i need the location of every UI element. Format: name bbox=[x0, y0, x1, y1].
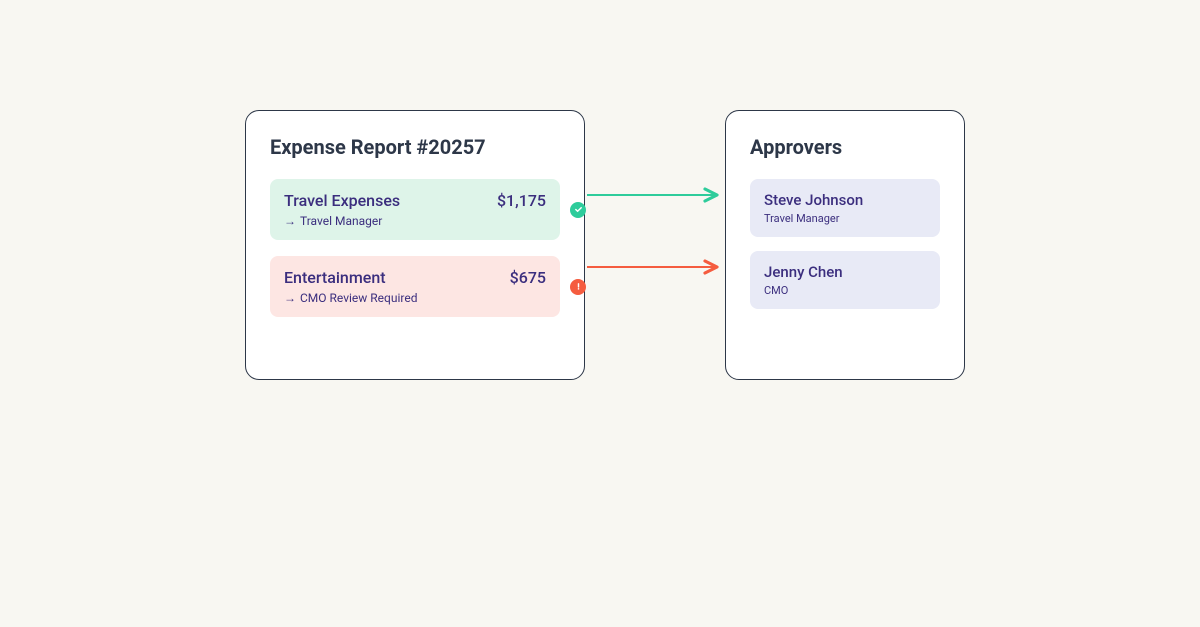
expense-item-entertainment: Entertainment $675 → CMO Review Required bbox=[270, 256, 560, 317]
expense-amount: $1,175 bbox=[497, 191, 546, 210]
approver-name: Jenny Chen bbox=[764, 263, 926, 281]
approvers-title: Approvers bbox=[750, 135, 940, 159]
expense-subtext: → CMO Review Required bbox=[284, 291, 546, 305]
arrow-right-icon: → bbox=[284, 291, 296, 305]
check-circle-icon bbox=[570, 202, 586, 218]
expense-item-travel: Travel Expenses $1,175 → Travel Manager bbox=[270, 179, 560, 240]
approver-role: CMO bbox=[764, 284, 926, 297]
expense-report-card: Expense Report #20257 Travel Expenses $1… bbox=[245, 110, 585, 380]
expense-name: Entertainment bbox=[284, 268, 386, 287]
approver-name: Steve Johnson bbox=[764, 191, 926, 209]
connector-arrow-green bbox=[585, 175, 725, 215]
approvers-card: Approvers Steve Johnson Travel Manager J… bbox=[725, 110, 965, 380]
connector-arrow-red bbox=[585, 247, 725, 287]
approver-role: Travel Manager bbox=[764, 212, 926, 225]
approver-item: Jenny Chen CMO bbox=[750, 251, 940, 309]
arrow-right-icon: → bbox=[284, 214, 296, 228]
expense-subtext: → Travel Manager bbox=[284, 214, 546, 228]
expense-report-title: Expense Report #20257 bbox=[270, 135, 560, 159]
expense-amount: $675 bbox=[510, 268, 546, 287]
expense-name: Travel Expenses bbox=[284, 191, 400, 210]
alert-circle-icon bbox=[570, 279, 586, 295]
approver-item: Steve Johnson Travel Manager bbox=[750, 179, 940, 237]
